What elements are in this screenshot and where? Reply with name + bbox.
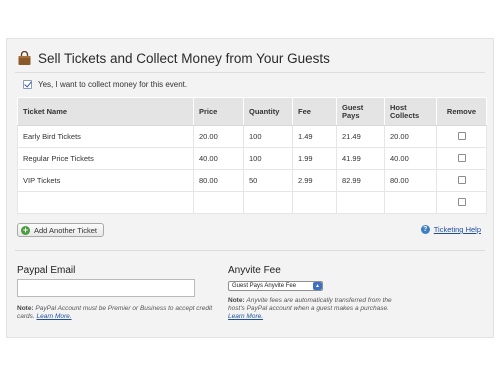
host-collects-cell: 80.00 [384, 169, 437, 192]
host-collects-cell [384, 191, 437, 214]
anyvite-fee-selected: Guest Pays Anyvite Fee [232, 283, 297, 289]
table-row: VIP Tickets 80.00 50 2.99 82.99 80.00 [17, 169, 487, 192]
tickets-table: Ticket Name Price Quantity Fee Guest Pay… [17, 97, 487, 214]
paypal-email-label: Paypal Email [17, 265, 76, 276]
collect-money-label: Yes, I want to collect money for this ev… [38, 80, 188, 89]
table-header-row: Ticket Name Price Quantity Fee Guest Pay… [17, 97, 487, 126]
remove-checkbox[interactable] [457, 197, 466, 206]
remove-cell [436, 125, 487, 148]
chevron-down-icon: ▲ [313, 282, 322, 290]
price-cell[interactable]: 80.00 [193, 169, 244, 192]
remove-cell [436, 169, 487, 192]
anyvite-fee-note: Note: Anyvite fees are automatically tra… [228, 297, 398, 321]
column-header-guest-pays: Guest Pays [336, 97, 385, 126]
section-divider [15, 250, 485, 251]
ticket-settings-panel: Sell Tickets and Collect Money from Your… [6, 38, 494, 338]
price-cell[interactable]: 40.00 [193, 147, 244, 170]
paypal-email-field[interactable] [17, 279, 195, 297]
host-collects-cell: 40.00 [384, 147, 437, 170]
remove-cell [436, 147, 487, 170]
add-ticket-label: Add Another Ticket [34, 225, 97, 235]
quantity-cell[interactable]: 100 [243, 125, 293, 148]
help-icon: ? [420, 225, 430, 234]
guest-pays-cell [336, 191, 385, 214]
remove-checkbox[interactable] [457, 153, 466, 162]
remove-checkbox[interactable] [457, 175, 466, 184]
quantity-cell[interactable]: 100 [243, 147, 293, 170]
column-header-host-collects: Host Collects [384, 97, 437, 126]
plus-icon: + [21, 224, 30, 235]
fee-note-label: Note: [228, 297, 245, 304]
ticket-name-cell[interactable]: VIP Tickets [17, 169, 194, 192]
table-row [17, 191, 487, 214]
column-header-fee: Fee [292, 97, 337, 126]
ticket-name-cell[interactable]: Regular Price Tickets [17, 147, 194, 170]
fee-cell: 1.99 [292, 147, 337, 170]
fee-learn-more-link[interactable]: Learn More. [228, 313, 263, 320]
column-header-quantity: Quantity [243, 97, 293, 126]
ticket-name-cell[interactable] [17, 191, 194, 214]
table-row: Regular Price Tickets 40.00 100 1.99 41.… [17, 147, 487, 170]
ticket-name-cell[interactable]: Early Bird Tickets [17, 125, 194, 148]
fee-cell: 1.49 [292, 125, 337, 148]
collect-money-option: Yes, I want to collect money for this ev… [23, 80, 187, 89]
header-divider [15, 72, 485, 73]
page-title: Sell Tickets and Collect Money from Your… [38, 50, 330, 66]
add-ticket-button[interactable]: + Add Another Ticket [17, 223, 104, 237]
paypal-learn-more-link[interactable]: Learn More. [37, 313, 72, 320]
remove-checkbox[interactable] [457, 131, 466, 140]
fee-cell: 2.99 [292, 169, 337, 192]
column-header-remove: Remove [436, 97, 487, 126]
ticketing-help: ? Ticketing Help [420, 225, 481, 234]
column-header-ticket-name: Ticket Name [17, 97, 194, 126]
collect-money-checkbox[interactable] [23, 80, 32, 89]
quantity-cell[interactable] [243, 191, 293, 214]
price-cell[interactable] [193, 191, 244, 214]
host-collects-cell: 20.00 [384, 125, 437, 148]
panel-header: Sell Tickets and Collect Money from Your… [17, 48, 330, 68]
fee-cell [292, 191, 337, 214]
table-row: Early Bird Tickets 20.00 100 1.49 21.49 … [17, 125, 487, 148]
price-cell[interactable]: 20.00 [193, 125, 244, 148]
guest-pays-cell: 21.49 [336, 125, 385, 148]
paypal-note-label: Note: [17, 305, 34, 312]
shopping-bag-icon [17, 50, 32, 66]
remove-cell [436, 191, 487, 214]
fee-note-text: Anyvite fees are automatically transferr… [228, 297, 392, 312]
column-header-price: Price [193, 97, 244, 126]
anyvite-fee-select[interactable]: Guest Pays Anyvite Fee ▲ [228, 281, 323, 291]
guest-pays-cell: 41.99 [336, 147, 385, 170]
quantity-cell[interactable]: 50 [243, 169, 293, 192]
anyvite-fee-label: Anyvite Fee [228, 265, 281, 276]
ticketing-help-link[interactable]: Ticketing Help [434, 225, 481, 234]
paypal-note: Note: PayPal Account must be Premier or … [17, 305, 217, 321]
guest-pays-cell: 82.99 [336, 169, 385, 192]
